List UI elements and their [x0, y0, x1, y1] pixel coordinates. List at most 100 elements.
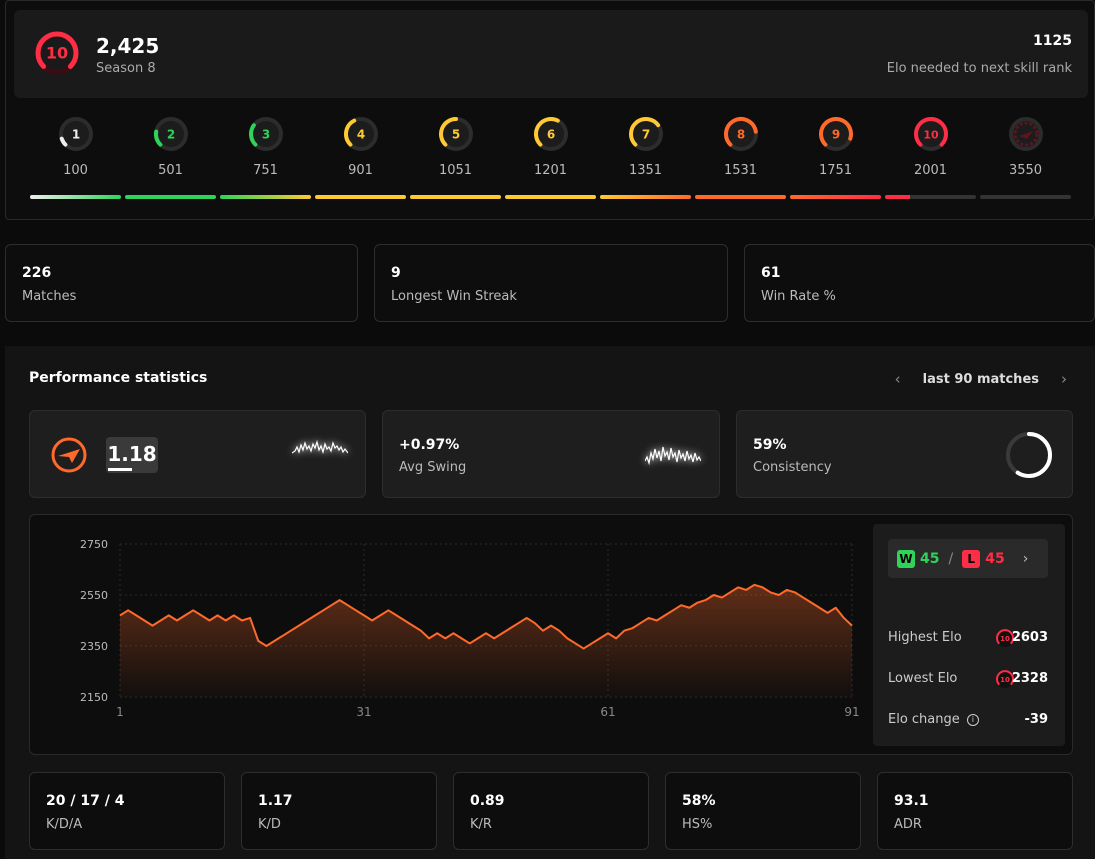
- elo-point[interactable]: [150, 623, 156, 629]
- elo-point[interactable]: [792, 589, 798, 595]
- skill-level-4: 4 901: [315, 115, 406, 199]
- elo-point[interactable]: [442, 635, 448, 641]
- elo-point[interactable]: [272, 638, 278, 644]
- elo-point[interactable]: [418, 628, 424, 634]
- elo-point[interactable]: [589, 640, 595, 646]
- elo-point[interactable]: [768, 589, 774, 595]
- elo-point[interactable]: [312, 612, 318, 618]
- elo-point[interactable]: [678, 602, 684, 608]
- elo-point[interactable]: [158, 618, 164, 624]
- elo-point[interactable]: [320, 607, 326, 613]
- elo-point[interactable]: [434, 630, 440, 636]
- elo-point[interactable]: [784, 587, 790, 593]
- elo-point[interactable]: [743, 587, 749, 593]
- elo-point[interactable]: [206, 618, 212, 624]
- elo-point[interactable]: [369, 618, 375, 624]
- elo-point[interactable]: [670, 607, 676, 613]
- elo-point[interactable]: [483, 630, 489, 636]
- elo-point[interactable]: [174, 618, 180, 624]
- elo-point[interactable]: [459, 635, 465, 641]
- elo-point[interactable]: [703, 597, 709, 603]
- elo-point[interactable]: [377, 612, 383, 618]
- elo-point[interactable]: [239, 618, 245, 624]
- elo-point[interactable]: [133, 612, 139, 618]
- elo-point[interactable]: [540, 628, 546, 634]
- elo-point[interactable]: [654, 618, 660, 624]
- elo-point[interactable]: [833, 605, 839, 611]
- skill-level-9: 9 1751: [790, 115, 881, 199]
- elo-point[interactable]: [800, 595, 806, 601]
- elo-point[interactable]: [328, 602, 334, 608]
- elo-point[interactable]: [621, 628, 627, 634]
- elo-point[interactable]: [694, 600, 700, 606]
- elo-point[interactable]: [141, 618, 147, 624]
- chevron-left-icon[interactable]: ‹: [895, 370, 901, 388]
- elo-point[interactable]: [361, 612, 367, 618]
- elo-point[interactable]: [125, 607, 131, 613]
- elo-point[interactable]: [263, 643, 269, 649]
- elo-point[interactable]: [564, 635, 570, 641]
- elo-point[interactable]: [849, 623, 855, 629]
- elo-point[interactable]: [499, 630, 505, 636]
- elo-point[interactable]: [686, 605, 692, 611]
- elo-point[interactable]: [735, 584, 741, 590]
- elo-point[interactable]: [467, 640, 473, 646]
- elo-point[interactable]: [394, 612, 400, 618]
- elo-point[interactable]: [548, 623, 554, 629]
- elo-point[interactable]: [475, 635, 481, 641]
- elo-point[interactable]: [776, 592, 782, 598]
- elo-point[interactable]: [629, 625, 635, 631]
- elo-point[interactable]: [215, 612, 221, 618]
- elo-point[interactable]: [825, 610, 831, 616]
- elo-point[interactable]: [255, 638, 261, 644]
- elo-point[interactable]: [231, 612, 237, 618]
- elo-point[interactable]: [491, 635, 497, 641]
- elo-point[interactable]: [288, 628, 294, 634]
- elo-point[interactable]: [516, 620, 522, 626]
- elo-point[interactable]: [426, 635, 432, 641]
- elo-point[interactable]: [751, 582, 757, 588]
- elo-point[interactable]: [296, 623, 302, 629]
- elo-point[interactable]: [711, 592, 717, 598]
- elo-point[interactable]: [841, 615, 847, 621]
- elo-point[interactable]: [719, 595, 725, 601]
- elo-point[interactable]: [646, 615, 652, 621]
- elo-point[interactable]: [581, 646, 587, 652]
- elo-point[interactable]: [808, 600, 814, 606]
- elo-point[interactable]: [182, 612, 188, 618]
- elo-point[interactable]: [166, 612, 172, 618]
- elo-point[interactable]: [345, 602, 351, 608]
- elo-point[interactable]: [385, 607, 391, 613]
- level-2-icon: 2: [153, 117, 188, 151]
- elo-point[interactable]: [410, 623, 416, 629]
- y-tick-label: 2750: [80, 538, 108, 551]
- elo-point[interactable]: [402, 618, 408, 624]
- elo-point[interactable]: [247, 615, 253, 621]
- elo-point[interactable]: [572, 640, 578, 646]
- elo-point[interactable]: [532, 620, 538, 626]
- elo-point[interactable]: [450, 630, 456, 636]
- elo-point[interactable]: [198, 612, 204, 618]
- elo-point[interactable]: [597, 635, 603, 641]
- elo-point[interactable]: [816, 605, 822, 611]
- elo-point[interactable]: [337, 597, 343, 603]
- elo-point[interactable]: [117, 612, 123, 618]
- elo-point[interactable]: [613, 635, 619, 641]
- elo-point[interactable]: [507, 625, 513, 631]
- elo-point[interactable]: [638, 620, 644, 626]
- elo-point[interactable]: [353, 607, 359, 613]
- elo-point[interactable]: [556, 628, 562, 634]
- elo-point[interactable]: [280, 633, 286, 639]
- level-threshold: 1351: [628, 163, 663, 178]
- elo-point[interactable]: [727, 589, 733, 595]
- elo-point[interactable]: [223, 618, 229, 624]
- elo-point[interactable]: [304, 618, 310, 624]
- chevron-right-icon[interactable]: ›: [1061, 370, 1067, 388]
- elo-point[interactable]: [662, 612, 668, 618]
- elo-point[interactable]: [190, 607, 196, 613]
- elo-point[interactable]: [605, 630, 611, 636]
- win-loss-record[interactable]: W 45 / L 45 ›: [888, 539, 1048, 578]
- info-icon[interactable]: i: [966, 714, 979, 726]
- elo-point[interactable]: [524, 615, 530, 621]
- elo-point[interactable]: [760, 584, 766, 590]
